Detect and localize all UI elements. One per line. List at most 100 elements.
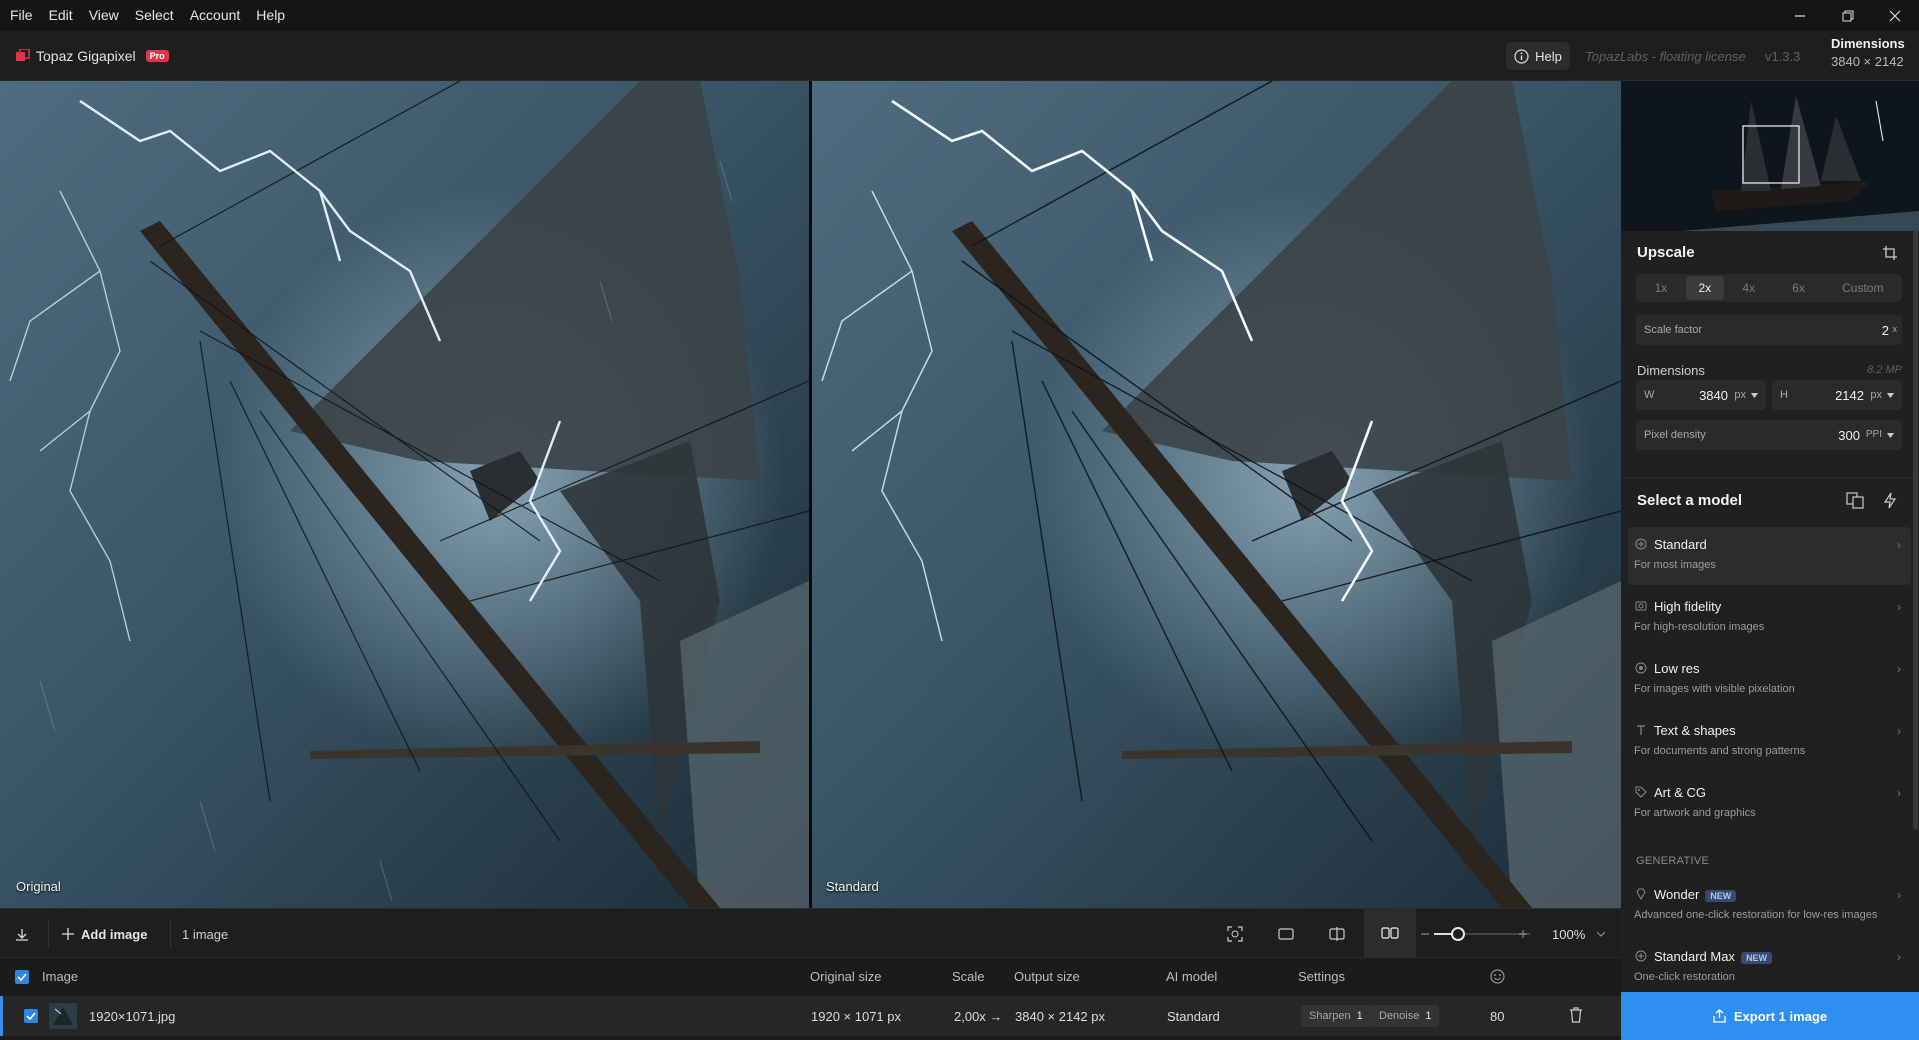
info-icon	[1514, 48, 1529, 64]
minimize-icon	[1795, 14, 1805, 17]
col-scale[interactable]: Scale	[952, 969, 985, 984]
scale-factor-field[interactable]: Scale factor 2 x	[1636, 315, 1902, 345]
menu-view[interactable]: View	[81, 0, 127, 31]
compare-models-icon[interactable]	[1846, 492, 1864, 509]
panel-scrollbar[interactable]	[1913, 230, 1918, 830]
standard-model-icon	[1635, 538, 1647, 550]
row-checkbox[interactable]	[24, 1009, 38, 1023]
model-text-shapes[interactable]: Text & shapes For documents and strong p…	[1628, 713, 1911, 771]
app-name: Topaz Gigapixel	[36, 47, 136, 64]
pixel-density-value[interactable]: 300	[1838, 428, 1860, 443]
scale-2x[interactable]: 2x	[1685, 276, 1724, 300]
add-image-label: Add image	[81, 926, 148, 942]
upscale-title: Upscale	[1637, 244, 1695, 261]
model-name: Standard	[1654, 537, 1707, 552]
scale-1x[interactable]: 1x	[1636, 276, 1686, 300]
col-ai-model[interactable]: AI model	[1166, 969, 1217, 984]
original-pane[interactable]: Original	[0, 81, 809, 908]
caret-down-icon[interactable]	[1751, 393, 1758, 398]
high-fidelity-icon	[1635, 601, 1647, 611]
scale-4x[interactable]: 4x	[1724, 276, 1774, 300]
split-view-icon	[1329, 927, 1345, 941]
width-value[interactable]: 3840	[1699, 388, 1728, 403]
height-field[interactable]: H 2142 px	[1772, 380, 1902, 410]
row-original-size: 1920 × 1071 px	[811, 1009, 901, 1024]
model-low-res[interactable]: Low res For images with visible pixelati…	[1628, 651, 1911, 709]
topaz-logo-icon	[16, 48, 30, 61]
model-standard-max[interactable]: Standard Max NEW One-click restoration ›	[1628, 939, 1911, 997]
model-description: For most images	[1634, 559, 1716, 571]
caret-down-icon[interactable]	[1887, 433, 1894, 438]
add-image-button[interactable]: Add image	[62, 921, 147, 947]
chevron-right-icon: ›	[1897, 600, 1901, 614]
zoom-value[interactable]: 100%	[1552, 927, 1585, 942]
navigator-thumbnail[interactable]	[1621, 81, 1919, 231]
menu-file[interactable]: File	[0, 0, 41, 31]
menu-select[interactable]: Select	[127, 0, 182, 31]
low-res-icon	[1635, 662, 1647, 674]
scale-factor-label: Scale factor	[1644, 324, 1703, 336]
preview-pane[interactable]: Standard	[812, 81, 1621, 908]
menu-edit[interactable]: Edit	[41, 0, 81, 31]
menu-account[interactable]: Account	[182, 0, 249, 31]
col-image[interactable]: Image	[42, 969, 78, 984]
export-icon	[1713, 1009, 1726, 1023]
model-wonder[interactable]: Wonder NEW Advanced one-click restoration…	[1628, 877, 1911, 935]
scale-selector: 1x 2x 4x 6x Custom	[1636, 274, 1902, 302]
chevron-down-icon	[1596, 931, 1606, 937]
help-button[interactable]: Help	[1506, 42, 1570, 70]
delete-button[interactable]	[1569, 1007, 1585, 1025]
single-view-button[interactable]	[1273, 921, 1299, 947]
close-button[interactable]	[1871, 0, 1919, 31]
chevron-right-icon: ›	[1897, 950, 1901, 964]
header-dimensions-title: Dimensions	[1831, 36, 1905, 51]
bottom-toolbar: Add image 1 image 100%	[0, 908, 1621, 958]
image-viewer[interactable]: Original Standard	[0, 81, 1621, 908]
denoise-chip[interactable]: Denoise 1	[1371, 1005, 1440, 1027]
scale-factor-value[interactable]: 2	[1882, 323, 1889, 338]
width-field[interactable]: W 3840 px	[1636, 380, 1766, 410]
row-ai-model: Standard	[1167, 1009, 1220, 1024]
version-text: v1.3.3	[1765, 49, 1801, 64]
col-output-size[interactable]: Output size	[1014, 969, 1080, 984]
split-view-button[interactable]	[1324, 921, 1350, 947]
col-settings[interactable]: Settings	[1298, 969, 1345, 984]
model-standard[interactable]: Standard For most images ›	[1628, 527, 1911, 585]
auto-pilot-icon[interactable]	[1883, 492, 1897, 509]
scale-custom[interactable]: Custom	[1824, 276, 1903, 300]
caret-down-icon[interactable]	[1887, 393, 1894, 398]
check-icon	[26, 1012, 36, 1020]
minimize-button[interactable]	[1776, 0, 1824, 31]
zoom-dropdown[interactable]	[1594, 921, 1608, 947]
menu-help[interactable]: Help	[248, 0, 293, 31]
download-icon	[16, 929, 28, 941]
import-button[interactable]	[8, 921, 36, 947]
single-view-icon	[1278, 928, 1294, 940]
sharpen-chip[interactable]: Sharpen 1	[1301, 1005, 1371, 1027]
zoom-slider-handle[interactable]	[1451, 927, 1465, 941]
pro-badge: Pro	[145, 49, 169, 62]
screenshot-button[interactable]	[1222, 921, 1248, 947]
side-by-side-button[interactable]	[1364, 909, 1416, 957]
zoom-out-button[interactable]	[1418, 921, 1432, 947]
col-original-size[interactable]: Original size	[810, 969, 882, 984]
export-button[interactable]: Export 1 image	[1621, 992, 1919, 1040]
scale-6x[interactable]: 6x	[1774, 276, 1824, 300]
chevron-right-icon: ›	[1897, 538, 1901, 552]
zoom-in-button[interactable]	[1516, 921, 1530, 947]
model-name: Low res	[1654, 661, 1700, 676]
trash-icon	[1570, 1007, 1582, 1023]
restore-button[interactable]	[1824, 0, 1872, 31]
model-name: Art & CG	[1654, 785, 1707, 800]
model-art-cg[interactable]: Art & CG For artwork and graphics ›	[1628, 775, 1911, 833]
height-unit: px	[1870, 389, 1882, 401]
dimensions-label: Dimensions	[1637, 363, 1705, 378]
pixel-density-field[interactable]: Pixel density 300 PPI	[1636, 420, 1902, 450]
row-output-size: 3840 × 2142 px	[1015, 1009, 1105, 1024]
table-row[interactable]: 1920×1071.jpg 1920 × 1071 px 2,00x → 384…	[0, 996, 1621, 1036]
crop-icon[interactable]	[1882, 245, 1898, 261]
select-all-checkbox[interactable]	[15, 970, 29, 984]
height-value[interactable]: 2142	[1835, 388, 1864, 403]
model-high-fidelity[interactable]: High fidelity For high-resolution images…	[1628, 589, 1911, 647]
plus-icon	[62, 928, 74, 940]
